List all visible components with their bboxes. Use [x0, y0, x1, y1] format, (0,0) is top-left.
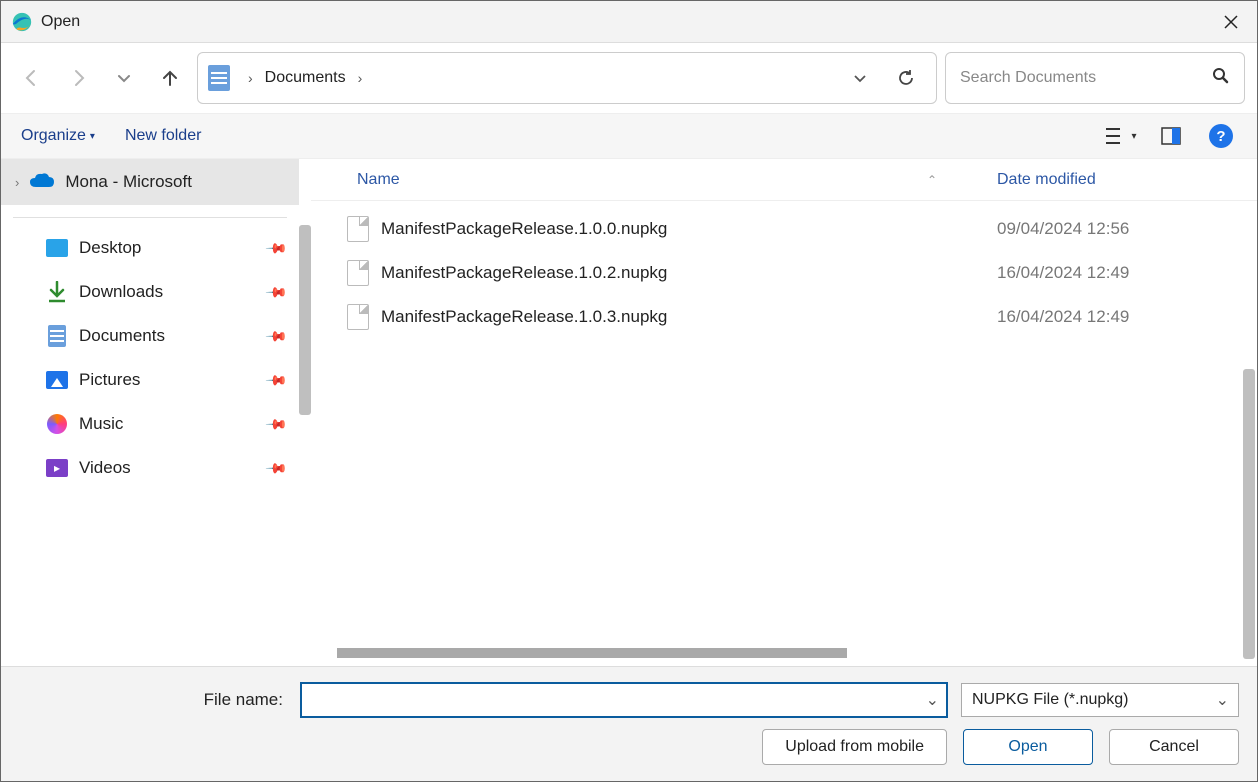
file-date: 16/04/2024 12:49: [997, 307, 1257, 327]
file-name: ManifestPackageRelease.1.0.0.nupkg: [381, 219, 997, 239]
file-row[interactable]: ManifestPackageRelease.1.0.0.nupkg 09/04…: [311, 207, 1257, 251]
sidebar-item-label: Desktop: [79, 238, 268, 258]
divider: [13, 217, 287, 218]
organize-button[interactable]: Organize ▾: [21, 127, 95, 145]
file-list-pane: Name ⌃ Date modified ManifestPackageRele…: [311, 159, 1257, 666]
desktop-icon: [45, 236, 69, 260]
chevron-right-icon[interactable]: ›: [352, 70, 369, 86]
upload-from-mobile-button[interactable]: Upload from mobile: [762, 729, 947, 765]
column-label: Date modified: [997, 171, 1096, 189]
file-icon: [347, 216, 369, 242]
pin-icon: 📌: [264, 236, 288, 260]
vertical-scrollbar[interactable]: [1243, 369, 1255, 659]
music-icon: [45, 412, 69, 436]
file-name: ManifestPackageRelease.1.0.3.nupkg: [381, 307, 997, 327]
file-date: 16/04/2024 12:49: [997, 263, 1257, 283]
chevron-right-icon[interactable]: ›: [15, 175, 19, 190]
toolbar: Organize ▾ New folder ▾ ?: [1, 113, 1257, 159]
horizontal-scrollbar[interactable]: [337, 648, 1247, 662]
file-list[interactable]: ManifestPackageRelease.1.0.0.nupkg 09/04…: [311, 201, 1257, 648]
sidebar-scrollbar[interactable]: [299, 225, 311, 415]
sidebar-item-desktop[interactable]: Desktop 📌: [1, 226, 299, 270]
documents-icon: [45, 324, 69, 348]
file-name: ManifestPackageRelease.1.0.2.nupkg: [381, 263, 997, 283]
videos-icon: ▸: [45, 456, 69, 480]
column-headers: Name ⌃ Date modified: [311, 159, 1257, 201]
tree-root-label: Mona - Microsoft: [65, 172, 192, 192]
sidebar-item-pictures[interactable]: Pictures 📌: [1, 358, 299, 402]
open-button[interactable]: Open: [963, 729, 1093, 765]
file-name-input[interactable]: [301, 683, 947, 717]
breadcrumb-location[interactable]: Documents: [265, 69, 346, 87]
sidebar-item-label: Documents: [79, 326, 268, 346]
pin-icon: 📌: [264, 368, 288, 392]
cancel-button[interactable]: Cancel: [1109, 729, 1239, 765]
navigation-row: › Documents ›: [1, 43, 1257, 113]
pin-icon: 📌: [264, 456, 288, 480]
back-button[interactable]: [13, 59, 51, 97]
window-title: Open: [41, 13, 80, 31]
sidebar-item-label: Music: [79, 414, 268, 434]
search-icon[interactable]: [1212, 67, 1230, 90]
onedrive-icon: [29, 172, 55, 192]
preview-pane-button[interactable]: [1155, 120, 1187, 152]
sort-ascending-icon: ⌃: [927, 173, 937, 187]
caret-down-icon: ▾: [1131, 131, 1136, 142]
file-icon: [347, 260, 369, 286]
file-name-label: File name:: [204, 690, 283, 710]
search-input[interactable]: [960, 69, 1212, 87]
file-type-select[interactable]: [961, 683, 1239, 717]
column-header-name[interactable]: Name ⌃: [357, 171, 997, 189]
sidebar-item-videos[interactable]: ▸ Videos 📌: [1, 446, 299, 490]
view-mode-button[interactable]: ▾: [1105, 120, 1137, 152]
close-button[interactable]: [1205, 1, 1257, 43]
navigation-pane: › Mona - Microsoft Desktop 📌 Downloads 📌: [1, 159, 299, 666]
help-button[interactable]: ?: [1205, 120, 1237, 152]
file-icon: [347, 304, 369, 330]
pin-icon: 📌: [264, 324, 288, 348]
help-icon: ?: [1209, 124, 1233, 148]
sidebar-item-downloads[interactable]: Downloads 📌: [1, 270, 299, 314]
sidebar-item-label: Videos: [79, 458, 268, 478]
file-date: 09/04/2024 12:56: [997, 219, 1257, 239]
documents-location-icon: [208, 65, 230, 91]
file-row[interactable]: ManifestPackageRelease.1.0.3.nupkg 16/04…: [311, 295, 1257, 339]
downloads-icon: [45, 280, 69, 304]
tree-root-onedrive[interactable]: › Mona - Microsoft: [1, 159, 299, 205]
sidebar-item-label: Pictures: [79, 370, 268, 390]
new-folder-button[interactable]: New folder: [125, 127, 201, 145]
pin-icon: 📌: [264, 412, 288, 436]
main-area: › Mona - Microsoft Desktop 📌 Downloads 📌: [1, 159, 1257, 666]
open-dialog: Open › Documents ›: [0, 0, 1258, 782]
organize-label: Organize: [21, 127, 86, 145]
footer: File name: ⌄ ⌄ Upload from mobile Open C…: [1, 666, 1257, 781]
previous-locations-button[interactable]: [840, 58, 880, 98]
pictures-icon: [45, 368, 69, 392]
recent-locations-button[interactable]: [105, 59, 143, 97]
forward-button[interactable]: [59, 59, 97, 97]
caret-down-icon: ▾: [90, 131, 95, 142]
sidebar-item-documents[interactable]: Documents 📌: [1, 314, 299, 358]
file-row[interactable]: ManifestPackageRelease.1.0.2.nupkg 16/04…: [311, 251, 1257, 295]
search-box[interactable]: [945, 52, 1245, 104]
column-label: Name: [357, 171, 400, 189]
address-bar[interactable]: › Documents ›: [197, 52, 937, 104]
edge-icon: [11, 11, 33, 33]
chevron-right-icon[interactable]: ›: [242, 70, 259, 86]
sidebar-item-music[interactable]: Music 📌: [1, 402, 299, 446]
refresh-button[interactable]: [886, 58, 926, 98]
sidebar-item-label: Downloads: [79, 282, 268, 302]
up-button[interactable]: [151, 59, 189, 97]
pin-icon: 📌: [264, 280, 288, 304]
column-header-date[interactable]: Date modified: [997, 171, 1257, 189]
titlebar: Open: [1, 1, 1257, 43]
